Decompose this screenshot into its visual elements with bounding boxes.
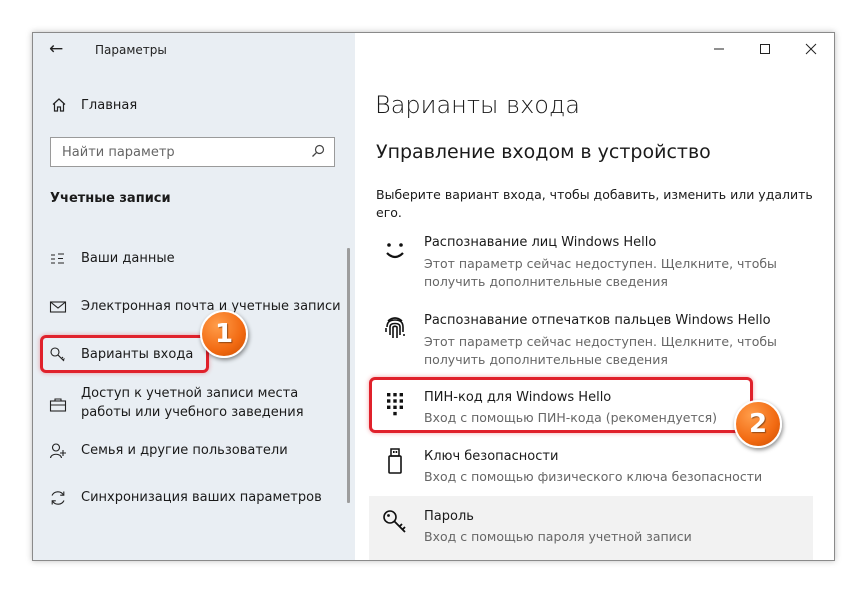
option-title: Распознавание лиц Windows Hello (424, 235, 657, 250)
briefcase-icon (49, 398, 67, 412)
minimize-icon (714, 48, 724, 50)
sidebar-item-work-access[interactable]: Доступ к учетной записи места работы или… (33, 384, 343, 426)
add-user-icon (49, 443, 66, 459)
sidebar-item-family[interactable]: Семья и другие пользователи (33, 438, 343, 464)
minimize-button[interactable] (696, 33, 742, 65)
main-panel: Варианты входа Управление входом в устро… (355, 33, 834, 560)
face-smile-icon (386, 243, 404, 259)
window-title: Параметры (95, 43, 167, 57)
option-security-key[interactable]: Ключ безопасности Вход с помощью физичес… (355, 447, 834, 491)
mail-icon (49, 301, 67, 313)
option-description: Этот параметр сейчас недоступен. Щелкнит… (424, 256, 777, 289)
fingerprint-icon (385, 317, 405, 338)
sidebar-item-sync[interactable]: Синхронизация ваших параметров (33, 485, 343, 511)
page-title: Варианты входа (375, 91, 580, 119)
back-arrow-icon[interactable]: ← (49, 39, 63, 59)
sidebar-item-label: Синхронизация ваших параметров (81, 490, 322, 505)
search-icon[interactable] (310, 143, 326, 159)
sidebar-item-label: Доступ к учетной записи места работы или… (81, 386, 304, 420)
user-card-icon (51, 253, 64, 264)
description-text: Выберите вариант входа, чтобы добавить, … (376, 187, 813, 220)
section-heading: Учетные записи (50, 191, 171, 206)
annotation-badge-2: 2 (734, 400, 782, 448)
option-fingerprint[interactable]: Распознавание отпечатков пальцев Windows… (355, 311, 834, 373)
option-title: Распознавание отпечатков пальцев Windows… (424, 313, 771, 328)
sidebar-item-label: Ваши данные (81, 251, 175, 266)
close-icon (805, 43, 817, 55)
close-button[interactable] (788, 33, 834, 65)
annotation-highlight-box (40, 335, 209, 373)
option-face-recognition[interactable]: Распознавание лиц Windows Hello Этот пар… (355, 233, 834, 295)
section-subtitle: Управление входом в устройство (376, 141, 711, 163)
sidebar: ← Параметры Главная Учетные записи Ваши … (33, 33, 355, 560)
option-password[interactable]: Пароль Вход с помощью пароля учетной зап… (355, 507, 834, 551)
maximize-button[interactable] (742, 33, 788, 65)
sidebar-scrollbar[interactable] (347, 248, 350, 503)
search-input[interactable] (60, 138, 304, 166)
sidebar-item-email[interactable]: Электронная почта и учетные записи (33, 294, 343, 320)
option-description: Вход с помощью физического ключа безопас… (424, 469, 763, 484)
maximize-icon (760, 44, 770, 54)
sidebar-item-your-info[interactable]: Ваши данные (33, 246, 343, 272)
option-title: Пароль (424, 509, 474, 524)
settings-window: ← Параметры Главная Учетные записи Ваши … (32, 32, 835, 561)
option-description: Этот параметр сейчас недоступен. Щелкнит… (424, 334, 777, 367)
option-title: Ключ безопасности (424, 449, 559, 464)
annotation-highlight-box (369, 377, 753, 433)
home-link[interactable]: Главная (81, 98, 137, 113)
usb-key-icon (388, 448, 402, 474)
sidebar-item-label: Семья и другие пользователи (81, 443, 288, 458)
search-box[interactable] (50, 137, 335, 167)
annotation-badge-1: 1 (200, 310, 248, 358)
sync-icon (51, 491, 65, 505)
option-description: Вход с помощью пароля учетной записи (424, 529, 692, 544)
password-key-icon (383, 510, 406, 533)
home-icon (52, 98, 66, 112)
